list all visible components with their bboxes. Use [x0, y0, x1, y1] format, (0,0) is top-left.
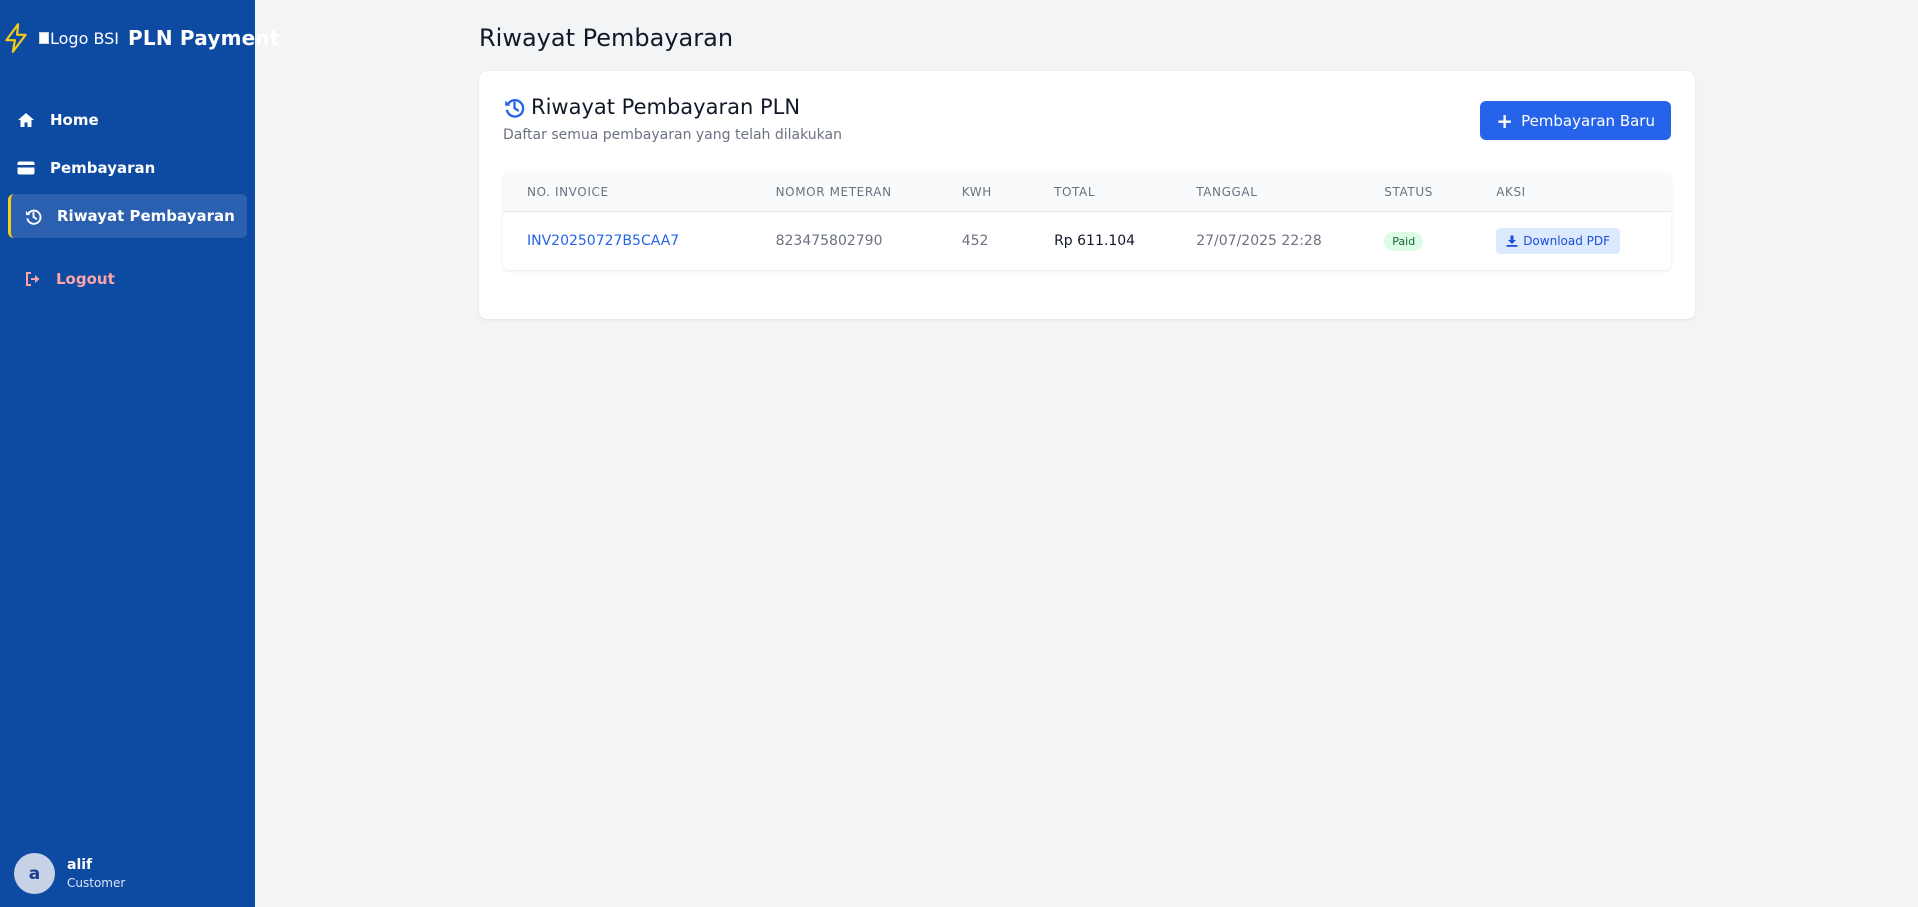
brand[interactable]: Logo BSI PLN Payment	[0, 20, 280, 56]
user-profile[interactable]: a alif Customer	[14, 853, 125, 894]
new-payment-label: Pembayaran Baru	[1521, 111, 1655, 130]
cell-date: 27/07/2025 22:28	[1196, 233, 1322, 249]
sidebar: Logo BSI PLN Payment Home Pembayaran Riw…	[0, 0, 279, 907]
logo-alt-text: Logo BSI	[50, 28, 120, 48]
card-title-text: Riwayat Pembayaran PLN	[531, 95, 801, 119]
payment-table: NO. INVOICE NOMOR METERAN KWH TOTAL TANG…	[503, 172, 1671, 270]
cell-total: Rp 611.104	[1054, 233, 1136, 249]
column-header-invoice: NO. INVOICE	[527, 184, 609, 199]
table-header: NO. INVOICE NOMOR METERAN KWH TOTAL TANG…	[503, 172, 1671, 212]
download-pdf-button[interactable]: Download PDF	[1496, 228, 1621, 254]
column-header-kwh: KWH	[961, 184, 992, 199]
user-role: Customer	[67, 876, 126, 890]
sidebar-item-label: Pembayaran	[50, 159, 156, 177]
payment-history-card: Riwayat Pembayaran PLN Daftar semua pemb…	[479, 71, 1695, 319]
home-icon	[16, 110, 36, 130]
column-header-total: TOTAL	[1054, 184, 1096, 199]
cell-meter: 823475802790	[775, 233, 883, 249]
plus-icon: +	[1496, 108, 1514, 133]
lightning-bolt-icon	[1, 20, 31, 56]
credit-card-icon	[16, 158, 36, 178]
avatar: a	[14, 853, 55, 894]
history-icon	[23, 206, 43, 226]
download-icon	[1506, 235, 1518, 247]
sidebar-nav: Home Pembayaran Riwayat Pembayaran	[0, 98, 255, 242]
logout-button[interactable]: Logout	[24, 270, 115, 288]
sidebar-item-label: Home	[50, 111, 99, 129]
logo-image: Logo BSI	[39, 29, 119, 48]
sidebar-item-riwayat-pembayaran[interactable]: Riwayat Pembayaran	[8, 194, 247, 238]
history-icon	[503, 96, 525, 118]
status-badge: Paid	[1384, 231, 1424, 251]
card-title: Riwayat Pembayaran PLN	[503, 95, 842, 119]
cell-status: Paid	[1360, 231, 1472, 251]
column-header-date: TANGGAL	[1196, 184, 1258, 199]
new-payment-button[interactable]: + Pembayaran Baru	[1480, 101, 1671, 140]
sidebar-item-label: Riwayat Pembayaran	[57, 207, 235, 225]
column-header-status: STATUS	[1384, 184, 1433, 199]
card-header: Riwayat Pembayaran PLN Daftar semua pemb…	[503, 95, 842, 143]
card-subtitle: Daftar semua pembayaran yang telah dilak…	[503, 127, 842, 143]
sidebar-item-home[interactable]: Home	[8, 98, 247, 142]
download-pdf-label: Download PDF	[1523, 234, 1611, 248]
sidebar-item-pembayaran[interactable]: Pembayaran	[8, 146, 247, 190]
invoice-link[interactable]: INV20250727B5CAA7	[527, 233, 679, 249]
sign-out-icon	[24, 270, 42, 288]
user-info: alif Customer	[67, 857, 125, 890]
user-name: alif	[67, 857, 93, 873]
cell-kwh: 452	[961, 233, 989, 249]
logout-label: Logout	[56, 270, 115, 288]
cell-invoice: INV20250727B5CAA7	[503, 233, 752, 249]
cell-action: Download PDF	[1472, 228, 1671, 254]
column-header-action: AKSI	[1496, 184, 1526, 199]
table-row: INV20250727B5CAA7 823475802790 452 Rp 61…	[503, 212, 1671, 270]
page-title: Riwayat Pembayaran	[479, 24, 734, 52]
brand-title: PLN Payment	[128, 26, 280, 50]
column-header-meter: NOMOR METERAN	[775, 184, 892, 199]
